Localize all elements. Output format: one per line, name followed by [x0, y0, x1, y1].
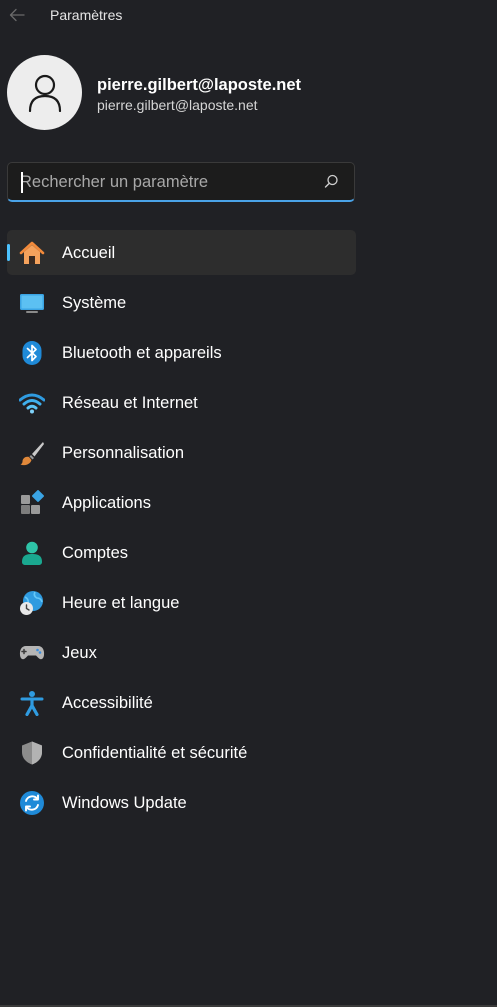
sidebar-item-label: Accueil — [62, 244, 116, 262]
user-profile: pierre.gilbert@laposte.net pierre.gilber… — [7, 55, 367, 131]
sidebar-nav: Accueil Système Bluetooth et appareils R… — [7, 230, 356, 830]
sidebar-item-comptes[interactable]: Comptes — [7, 530, 356, 575]
sidebar-item-label: Heure et langue — [62, 594, 180, 612]
globe-clock-icon — [19, 590, 45, 616]
shield-icon — [19, 740, 45, 766]
sidebar-item-personnalisation[interactable]: Personnalisation — [7, 430, 356, 475]
profile-email: pierre.gilbert@laposte.net — [97, 97, 258, 113]
sidebar-item-label: Comptes — [62, 544, 129, 562]
avatar[interactable] — [7, 55, 82, 130]
wifi-icon — [19, 390, 45, 416]
monitor-icon — [19, 290, 45, 316]
bluetooth-icon — [19, 340, 45, 366]
home-icon — [19, 240, 45, 266]
sidebar-item-label: Bluetooth et appareils — [62, 344, 222, 362]
user-avatar-icon — [28, 74, 61, 112]
account-icon — [19, 540, 45, 566]
sidebar-item-label: Accessibilité — [62, 694, 153, 712]
sidebar-item-accueil[interactable]: Accueil — [7, 230, 356, 275]
sidebar-item-label: Confidentialité et sécurité — [62, 744, 248, 762]
search-input[interactable] — [20, 171, 310, 193]
app-title: Paramètres — [50, 7, 123, 23]
sidebar-item-label: Réseau et Internet — [62, 394, 198, 412]
search-icon[interactable] — [324, 174, 339, 189]
windows-update-icon — [19, 790, 45, 816]
profile-name: pierre.gilbert@laposte.net — [97, 76, 302, 94]
sidebar-item-systeme[interactable]: Système — [7, 280, 356, 325]
sidebar-item-label: Système — [62, 294, 127, 312]
settings-window: Paramètres pierre.gilbert@laposte.net pi… — [0, 0, 497, 1007]
text-caret — [21, 172, 23, 193]
sidebar-item-heure-langue[interactable]: Heure et langue — [7, 580, 356, 625]
arrow-left-icon — [9, 8, 25, 22]
sidebar-item-accessibilite[interactable]: Accessibilité — [7, 680, 356, 725]
sidebar-item-label: Applications — [62, 494, 151, 512]
sidebar-item-applications[interactable]: Applications — [7, 480, 356, 525]
title-bar: Paramètres — [0, 0, 497, 32]
sidebar-item-label: Jeux — [62, 644, 97, 662]
accessibility-icon — [19, 690, 45, 716]
sidebar-item-bluetooth[interactable]: Bluetooth et appareils — [7, 330, 356, 375]
apps-icon — [19, 490, 45, 516]
sidebar-item-jeux[interactable]: Jeux — [7, 630, 356, 675]
search-box[interactable] — [7, 162, 355, 202]
selection-indicator — [7, 244, 10, 261]
gamepad-icon — [19, 640, 45, 666]
sidebar-item-label: Personnalisation — [62, 444, 184, 462]
sidebar-item-reseau[interactable]: Réseau et Internet — [7, 380, 356, 425]
paintbrush-icon — [19, 440, 45, 466]
sidebar-item-windows-update[interactable]: Windows Update — [7, 780, 356, 825]
back-button[interactable] — [6, 4, 28, 26]
sidebar-item-label: Windows Update — [62, 794, 187, 812]
sidebar-item-confidentialite[interactable]: Confidentialité et sécurité — [7, 730, 356, 775]
